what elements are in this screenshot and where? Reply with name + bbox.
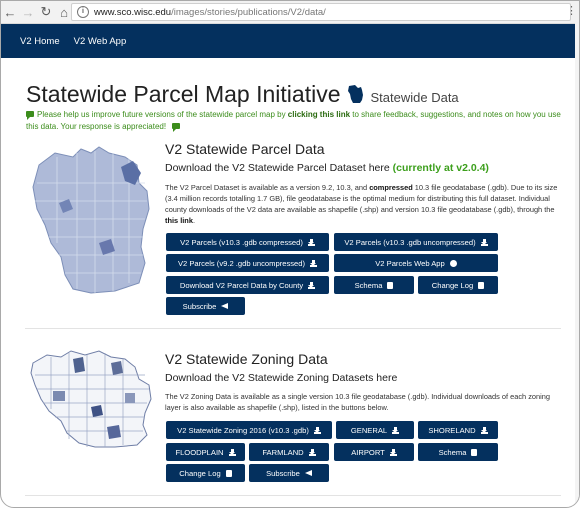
download-icon: [480, 426, 488, 434]
download-icon: [392, 426, 400, 434]
zoning-subscribe-button[interactable]: Subscribe: [249, 464, 329, 482]
v92-uncompressed-button[interactable]: V2 Parcels (v9.2 .gdb uncompressed): [166, 254, 329, 272]
browser-menu-icon[interactable]: ⋮: [566, 4, 577, 17]
url-path: /images/stories/publications/V2/data/: [171, 6, 326, 18]
zoning-change-log-button[interactable]: Change Log: [166, 464, 245, 482]
parcels-web-app-button[interactable]: V2 Parcels Web App: [334, 254, 498, 272]
document-icon: [471, 448, 478, 456]
document-icon: [478, 281, 485, 289]
browser-window: ← → ↻ ⌂ i www.sco.wisc.edu/images/storie…: [0, 0, 580, 508]
parcel-change-log-button[interactable]: Change Log: [418, 276, 498, 294]
parcel-schema-button[interactable]: Schema: [334, 276, 414, 294]
megaphone-icon: [221, 303, 229, 309]
comment-icon: [26, 111, 34, 120]
reload-icon[interactable]: ↻: [37, 1, 55, 23]
download-icon: [389, 448, 397, 456]
zoning-description: The V2 Zoning Data is available as a sin…: [165, 392, 550, 412]
page-heading: Statewide Parcel Map Initiative Statewide…: [26, 81, 459, 108]
feedback-notice: Please help us improve future versions o…: [26, 110, 561, 132]
download-icon: [308, 448, 316, 456]
info-icon[interactable]: i: [77, 6, 89, 18]
wisconsin-state-icon: [347, 85, 363, 103]
page-subtitle: Statewide Data: [370, 90, 459, 105]
download-icon: [228, 448, 236, 456]
download-icon: [310, 259, 318, 267]
megaphone-icon: [304, 470, 312, 476]
parcel-section-title: V2 Statewide Parcel Data: [165, 141, 325, 157]
farmland-button[interactable]: FARMLAND: [249, 443, 329, 461]
general-button[interactable]: GENERAL: [336, 421, 414, 439]
parcel-version: (currently at v2.0.4): [392, 162, 489, 174]
comment-icon: [172, 123, 181, 132]
wisconsin-zoning-map: [30, 350, 152, 448]
nav-v2-home[interactable]: V2 Home: [20, 36, 60, 47]
zoning-section-title: V2 Statewide Zoning Data: [165, 351, 328, 367]
download-icon: [313, 426, 321, 434]
parcel-section-subtitle: Download the V2 Statewide Parcel Dataset…: [165, 162, 489, 174]
feedback-link[interactable]: clicking this link: [288, 110, 350, 119]
zoning-section-subtitle: Download the V2 Statewide Zoning Dataset…: [165, 372, 398, 384]
download-by-county-button[interactable]: Download V2 Parcel Data by County: [166, 276, 329, 294]
forward-arrow-icon[interactable]: →: [19, 1, 37, 23]
document-icon: [225, 469, 232, 477]
address-bar[interactable]: i www.sco.wisc.edu/images/stories/public…: [71, 3, 571, 21]
floodplain-button[interactable]: FLOODPLAIN: [166, 443, 245, 461]
parcel-subscribe-button[interactable]: Subscribe: [166, 297, 245, 315]
wisconsin-parcel-map: [32, 146, 150, 294]
page-title: Statewide Parcel Map Initiative: [26, 81, 341, 107]
shoreland-button[interactable]: SHORELAND: [418, 421, 498, 439]
download-icon: [307, 238, 315, 246]
globe-icon: [449, 259, 457, 267]
back-arrow-icon[interactable]: ←: [1, 1, 19, 23]
section-divider: [25, 495, 561, 496]
parcel-description: The V2 Parcel Dataset is available as a …: [165, 183, 558, 225]
download-icon: [480, 238, 488, 246]
zoning-schema-button[interactable]: Schema: [418, 443, 498, 461]
county-downloads-link[interactable]: this link: [165, 216, 193, 225]
v103-compressed-button[interactable]: V2 Parcels (v10.3 .gdb compressed): [166, 233, 329, 251]
site-navbar: V2 Home V2 Web App: [1, 24, 579, 58]
zoning-gdb-button[interactable]: V2 Statewide Zoning 2016 (v10.3 .gdb): [166, 421, 332, 439]
download-icon: [308, 281, 316, 289]
airport-button[interactable]: AIRPORT: [334, 443, 414, 461]
url-host: www.sco.wisc.edu: [94, 6, 172, 18]
v103-uncompressed-button[interactable]: V2 Parcels (v10.3 .gdb uncompressed): [334, 233, 498, 251]
browser-toolbar: ← → ↻ ⌂ i www.sco.wisc.edu/images/storie…: [1, 1, 579, 24]
document-icon: [387, 281, 394, 289]
scrollbar[interactable]: [575, 23, 579, 507]
nav-v2-web-app[interactable]: V2 Web App: [74, 36, 127, 47]
section-divider: [25, 328, 561, 329]
